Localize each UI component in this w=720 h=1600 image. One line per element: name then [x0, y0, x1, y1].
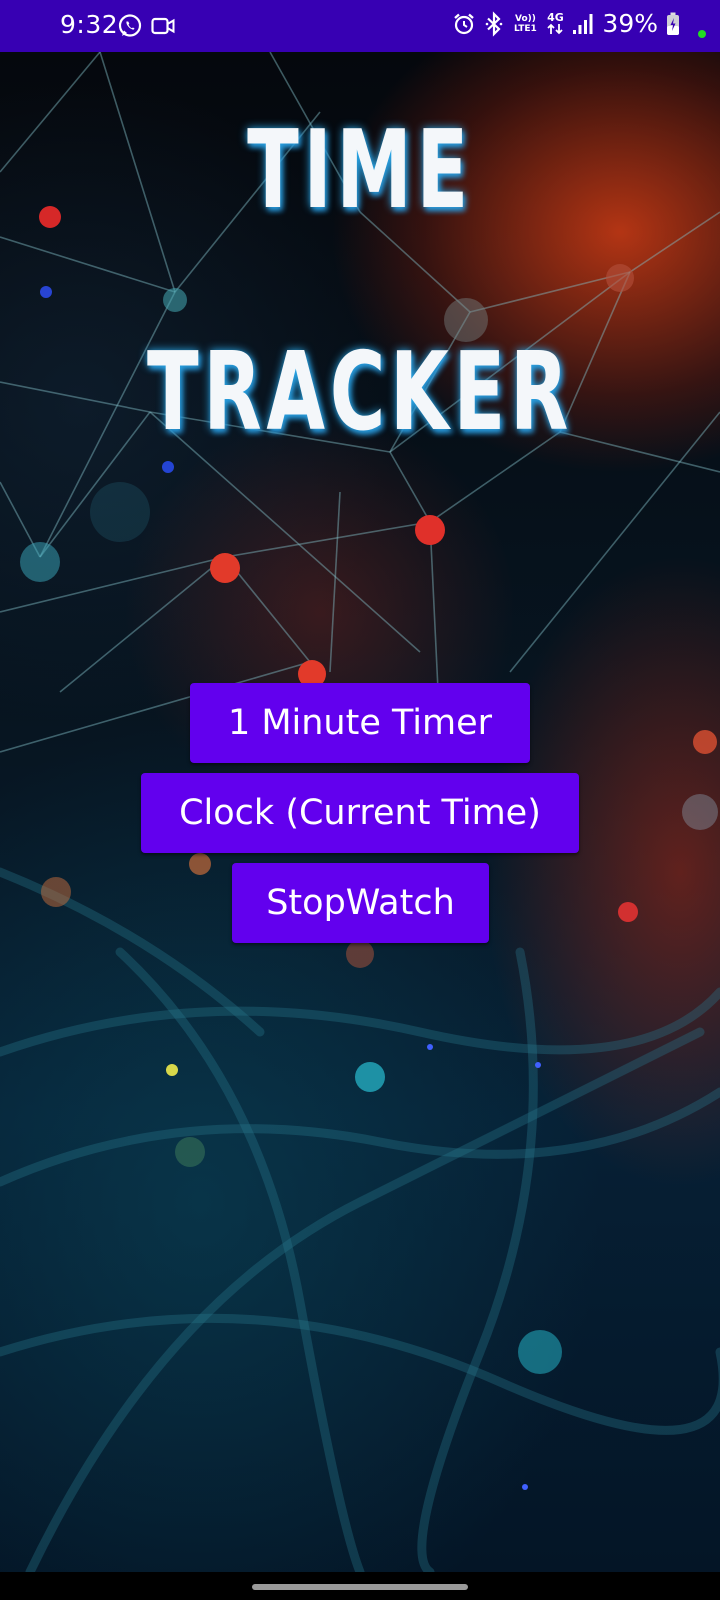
alarm-icon: [452, 12, 476, 36]
status-time: 9:32: [60, 10, 119, 39]
stopwatch-button[interactable]: StopWatch: [232, 863, 489, 943]
status-right-icons: Vo)) LTE1 4G 39%: [452, 9, 680, 38]
navigation-bar: [0, 1572, 720, 1600]
network-type-label: 4G: [547, 10, 564, 24]
gesture-navigation-handle[interactable]: [252, 1584, 468, 1590]
4g-data-icon: 4G: [546, 10, 564, 35]
signal-strength-icon: [572, 13, 594, 35]
video-camera-icon: [151, 16, 175, 36]
bluetooth-icon: [484, 10, 504, 37]
clock-current-time-button[interactable]: Clock (Current Time): [141, 773, 579, 853]
app-title-line-1: TIME: [247, 108, 473, 233]
one-minute-timer-button[interactable]: 1 Minute Timer: [190, 683, 530, 763]
volte-icon: Vo)) LTE1: [514, 13, 537, 34]
battery-percentage: 39%: [602, 9, 658, 38]
whatsapp-icon: [117, 13, 143, 39]
privacy-indicator-dot: [698, 30, 706, 38]
app-title-line-2: TRACKER: [146, 330, 573, 455]
status-bar: 9:32 Vo)) LTE1 4G 39%: [0, 0, 720, 52]
status-left-icons: [117, 13, 175, 39]
app-screen: 9:32 Vo)) LTE1 4G 39% TIME TRACKER 1 Min…: [0, 0, 720, 1600]
battery-icon: [666, 12, 680, 36]
